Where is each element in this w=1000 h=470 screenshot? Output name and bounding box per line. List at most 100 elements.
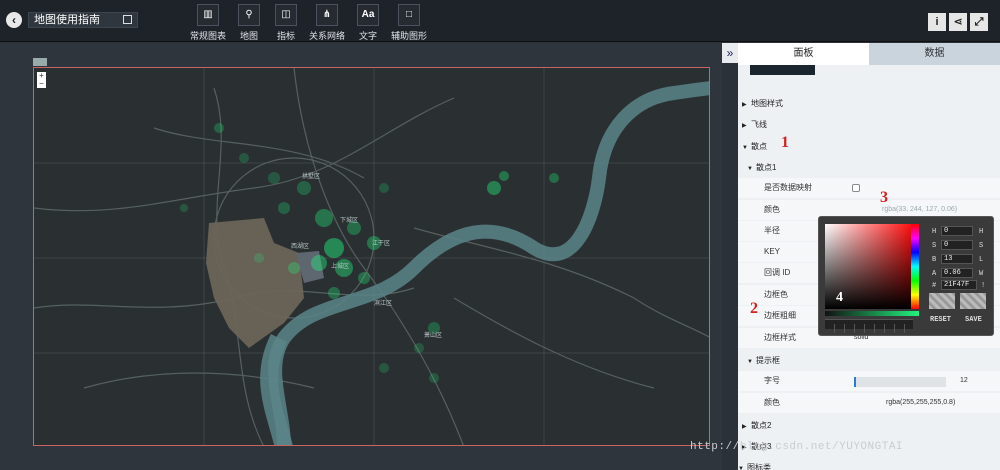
editor-canvas: + − 拱墅区 下城区 西湖区 上城区 江干区 滨江区 萧山区 [0,43,722,470]
swatch[interactable] [855,324,865,333]
place-label: 滨江区 [374,301,393,307]
tool-label: 常规图表 [189,31,226,41]
font-size-input[interactable]: 12 [960,374,968,388]
chevron-left-icon[interactable]: ‹ [6,12,22,28]
row-label: KEY [764,247,781,256]
widget-handle[interactable] [33,58,47,66]
swatch[interactable] [865,324,875,333]
tool-network[interactable]: ⋔ 关系网络 [305,4,349,42]
tool-label: 关系网络 [308,31,345,41]
row-label: 半径 [764,226,780,235]
section-icon-class[interactable]: ▼ 图标类 [738,462,771,470]
swatch[interactable] [895,324,905,333]
data-mapping-checkbox[interactable] [852,184,860,192]
a-label: A [932,270,937,278]
tool-label: 指标 [276,31,295,41]
caret-down-icon: ▼ [747,166,753,172]
swatch[interactable] [825,324,835,333]
map-layer [34,68,709,445]
s-label-right: S [979,242,984,250]
network-icon: ⋔ [316,4,338,26]
place-label: 江干区 [372,241,391,247]
tool-regular-chart[interactable]: ▥ 常规图表 [186,4,230,42]
section-flyline[interactable]: ▶ 飞线 [742,119,767,130]
tab-data[interactable]: 数据 [869,43,1000,65]
row-label: 颜色 [764,398,780,407]
section-label: 散点 [751,142,767,151]
map-widget[interactable]: + − 拱墅区 下城区 西湖区 上城区 江干区 滨江区 萧山区 [33,67,710,446]
place-label: 下城区 [340,218,359,224]
app-title: 地图使用指南 [34,14,100,26]
section-map-style[interactable]: ▶ 地图样式 [742,98,783,109]
panel-tabs: 面板 数据 [738,43,1000,65]
swatch[interactable] [885,324,895,333]
annotation-marker: 2 [750,300,758,317]
caret-down-icon: ▼ [742,145,748,151]
color-picker-popup: H 0 H S 0 S B 13 L A 0.06 W # 21F47F ! R… [818,216,994,336]
tooltip-color-field[interactable]: rgba(255,255,255,0.8) [886,396,955,410]
section-tooltip[interactable]: ▼ 提示框 [747,355,780,366]
s-label: S [932,242,937,250]
map-thumbnail [750,65,815,75]
hue-slider[interactable] [911,224,919,309]
fullscreen-icon[interactable]: ⤢ [970,13,988,31]
hash-label: # [932,282,937,290]
annotation-marker: 4 [836,290,843,305]
tool-text[interactable]: Aa 文字 [346,4,390,42]
swatch[interactable] [845,324,855,333]
section-scatter[interactable]: ▼ 散点 [742,141,767,152]
h-label-right: H [979,228,984,236]
row-label: 回调 ID [764,268,791,277]
row-label: 颜色 [764,205,780,214]
section-label: 图标类 [747,463,771,470]
place-label: 拱墅区 [302,174,321,180]
title-input[interactable]: 地图使用指南 [28,12,138,28]
share-icon[interactable]: ⋖ [949,13,967,31]
tab-panel[interactable]: 面板 [738,43,869,65]
h-input[interactable]: 0 [941,226,973,236]
bar-chart-icon: ▥ [197,4,219,26]
zoom-control[interactable]: + − [37,72,46,88]
collapse-panel-button[interactable]: » [722,43,738,63]
alpha-slider[interactable] [825,311,919,316]
reset-button[interactable]: RESET [930,316,951,324]
row-label: 是否数据映射 [764,183,812,192]
save-button[interactable]: SAVE [965,316,982,324]
right-actions: i ⋖ ⤢ [925,12,988,31]
b-input[interactable]: 13 [941,254,973,264]
hex-input[interactable]: 21F47F [941,280,977,290]
swatch[interactable] [875,324,885,333]
edit-icon[interactable] [123,15,132,24]
tool-indicator[interactable]: ◫ 指标 [264,4,308,42]
row-font-size: 字号 12 [738,371,1000,391]
bang-label: ! [981,282,986,290]
row-label: 字号 [764,376,780,385]
s-input[interactable]: 0 [941,240,973,250]
tool-label: 文字 [358,31,377,41]
section-scatter1[interactable]: ▼ 散点1 [747,162,776,173]
annotation-marker: 3 [880,189,888,206]
section-label: 提示框 [756,356,780,365]
new-color-preview [929,293,955,309]
zoom-out-button[interactable]: − [37,80,46,88]
tool-shape[interactable]: □ 辅助图形 [387,4,431,42]
section-scatter2[interactable]: ▶ 散点2 [742,420,771,431]
info-icon[interactable]: i [928,13,946,31]
color-value-field[interactable]: rgba(33, 244, 127, 0.06) [882,203,957,217]
place-label: 西湖区 [291,244,310,250]
swatch[interactable] [835,324,845,333]
tool-label: 辅助图形 [390,31,427,41]
section-label: 散点2 [751,421,772,430]
row-label: 边框粗细 [764,311,796,320]
swatch-row [825,319,913,333]
caret-right-icon: ▶ [742,424,747,430]
font-size-slider[interactable] [854,377,946,387]
caret-right-icon: ▶ [742,102,747,108]
caret-right-icon: ▶ [742,123,747,129]
text-icon: Aa [357,4,379,26]
place-label: 上城区 [331,264,350,270]
section-label: 散点1 [756,163,777,172]
a-input[interactable]: 0.06 [941,268,973,278]
old-color-preview [960,293,986,309]
row-tooltip-color: 颜色 rgba(255,255,255,0.8) [738,393,1000,413]
